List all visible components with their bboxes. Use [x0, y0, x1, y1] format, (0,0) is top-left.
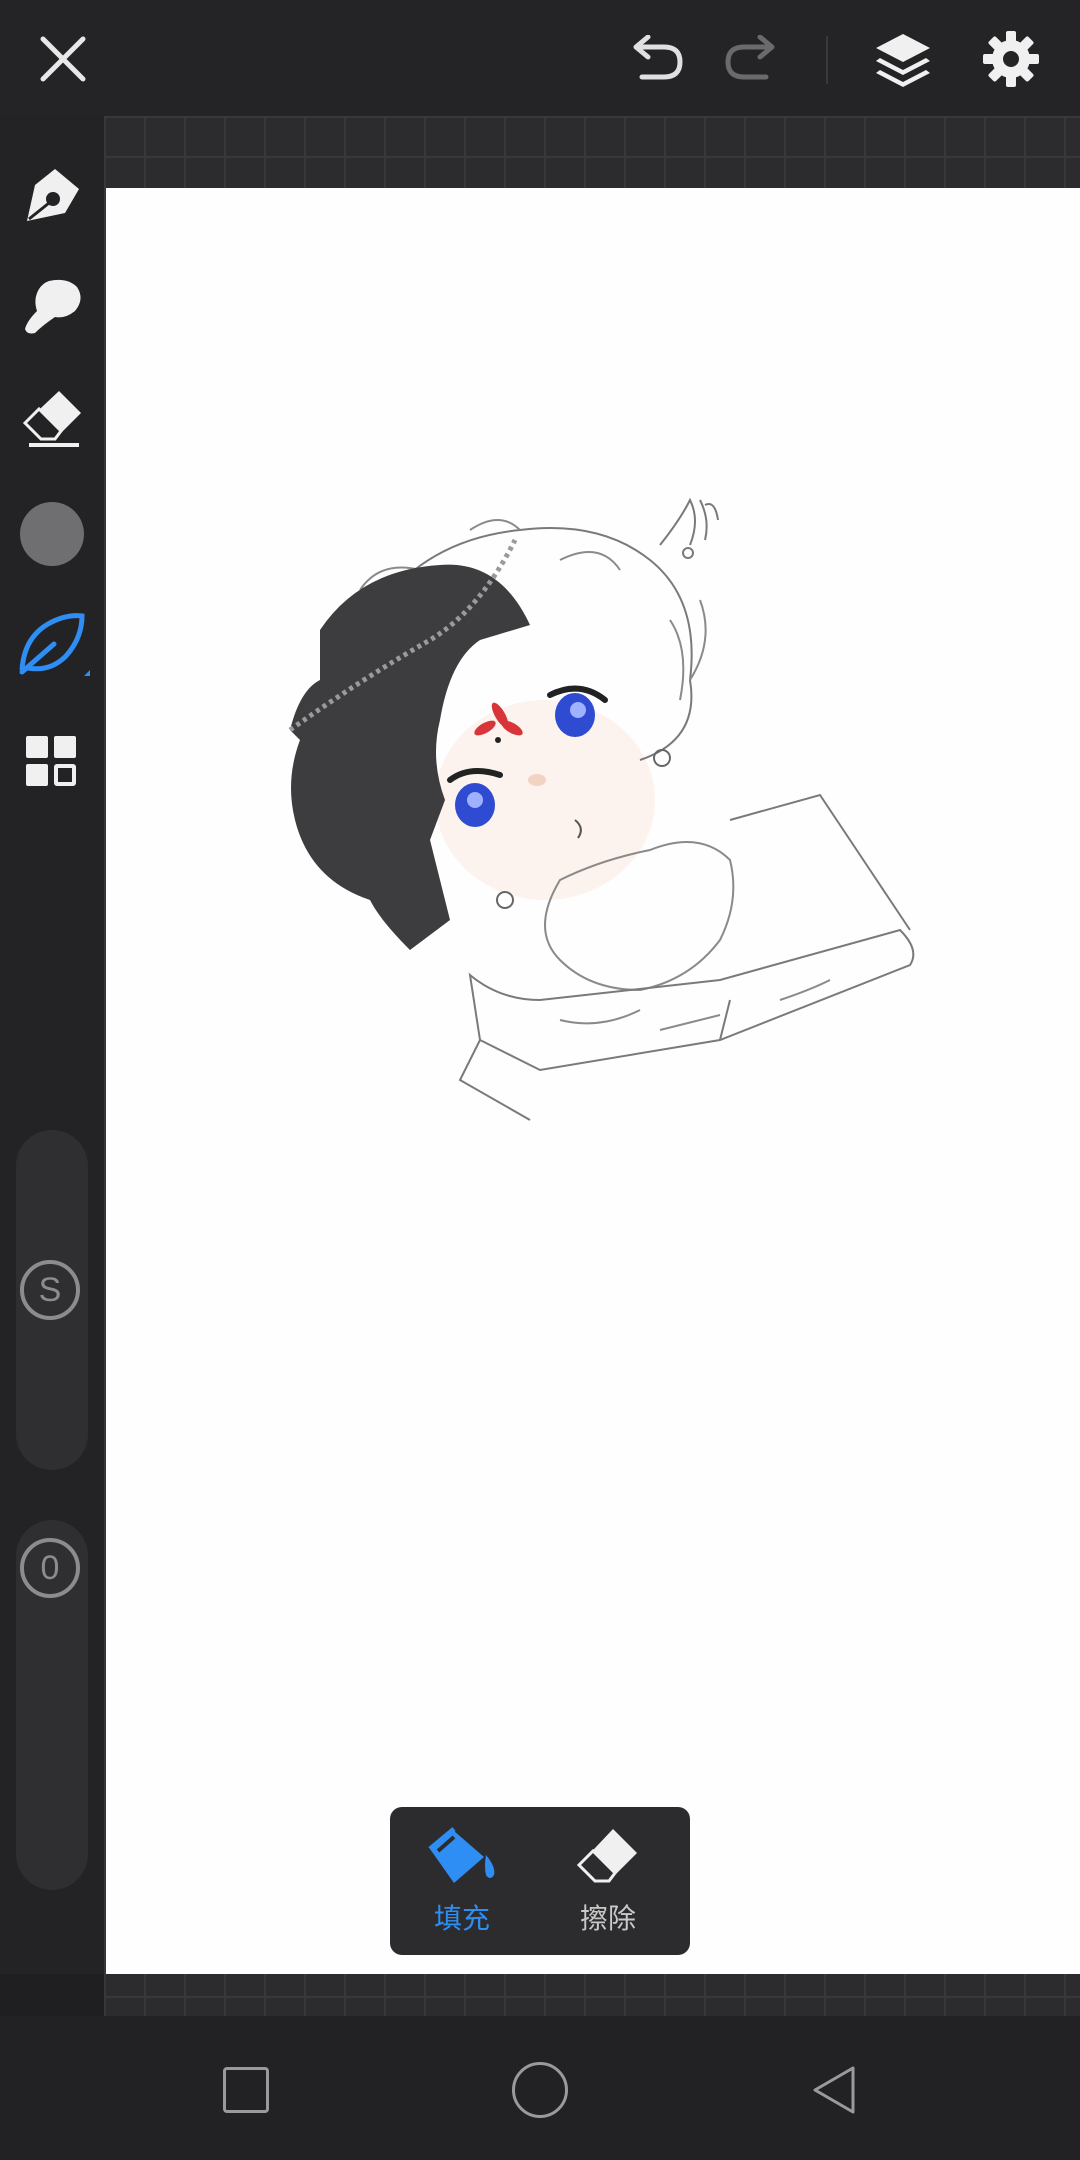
circle-icon[interactable]	[506, 2056, 574, 2124]
system-nav-bar	[0, 2016, 1080, 2160]
erase-label: 擦除	[579, 1902, 636, 1935]
toolbar-divider	[826, 36, 828, 84]
opacity-handle[interactable]: 0	[20, 1538, 80, 1598]
brush-size-handle[interactable]: S	[20, 1260, 80, 1320]
opacity-label: 0	[40, 1548, 60, 1587]
erase-option[interactable]: 擦除	[548, 1825, 668, 1945]
redo-icon[interactable]	[718, 30, 788, 90]
layers-icon[interactable]	[868, 24, 938, 94]
tool-bar: S 0	[0, 116, 104, 1974]
grid-icon[interactable]	[12, 722, 92, 802]
gear-icon[interactable]	[976, 24, 1046, 94]
close-icon[interactable]	[30, 26, 96, 92]
drawing-canvas[interactable]	[106, 188, 1080, 1974]
square-icon[interactable]	[212, 2056, 280, 2124]
paint-bucket-icon	[428, 1827, 495, 1883]
eraser-icon[interactable]	[12, 378, 92, 458]
eraser-icon	[576, 1829, 637, 1883]
triangle-back-icon[interactable]	[800, 2056, 868, 2124]
artwork-sketch	[288, 497, 915, 1121]
fill-label: 填充	[433, 1902, 490, 1935]
undo-icon[interactable]	[620, 30, 690, 90]
pen-nib-icon[interactable]	[12, 156, 92, 236]
color-swatch[interactable]	[20, 502, 84, 566]
brush-icon[interactable]	[12, 266, 92, 346]
fill-option[interactable]: 填充	[402, 1825, 522, 1945]
brush-size-label: S	[38, 1270, 62, 1309]
top-bar	[0, 0, 1080, 116]
fill-options-popup: 填充 擦除	[390, 1807, 690, 1955]
leaf-icon[interactable]	[12, 606, 92, 686]
